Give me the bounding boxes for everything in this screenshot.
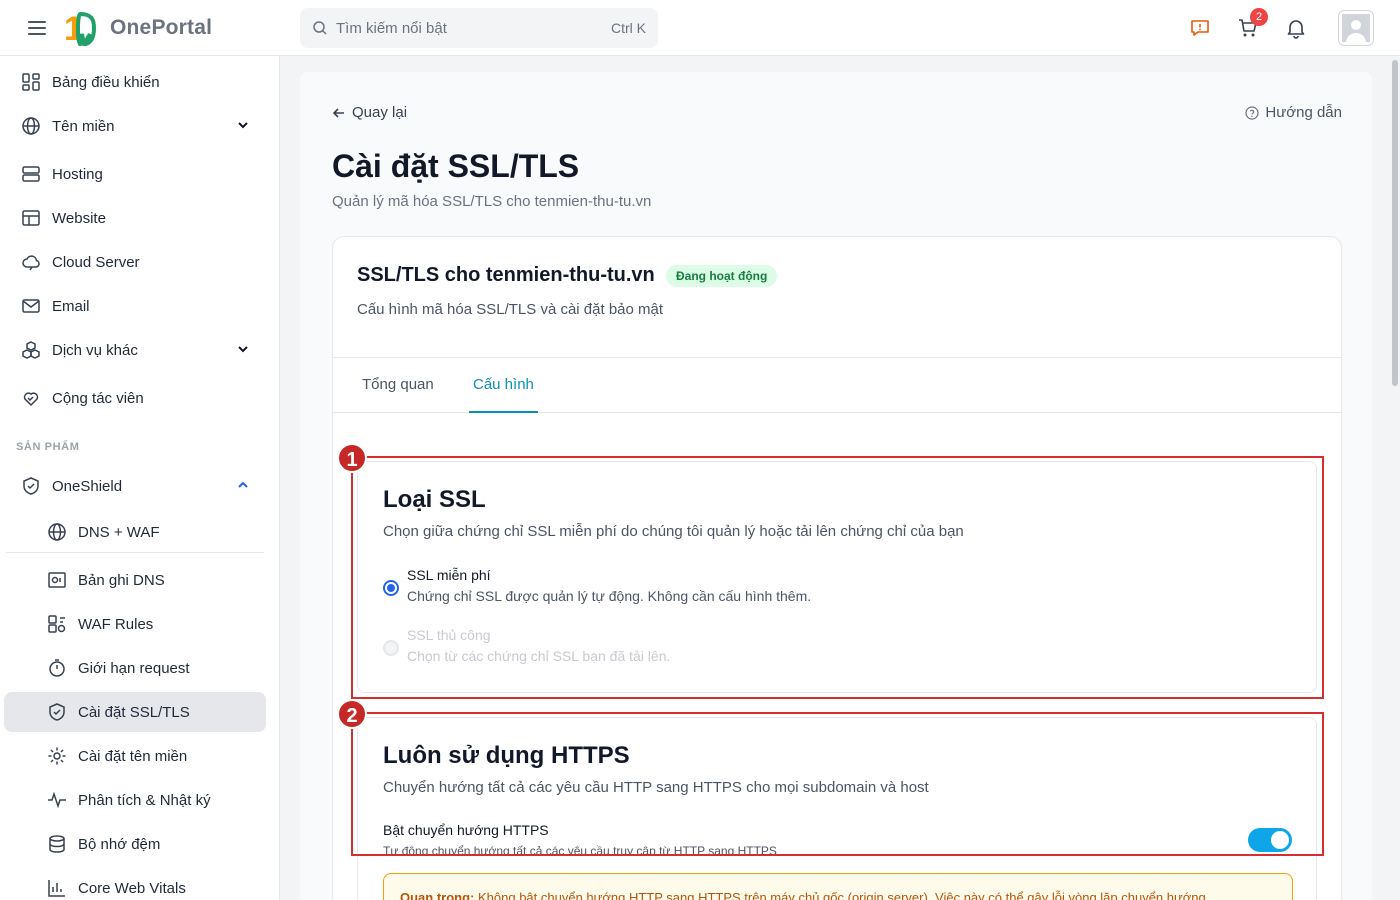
sidebar-item-cloud-server[interactable]: Cloud Server	[10, 242, 266, 282]
dns-record-icon	[46, 569, 68, 591]
sidebar-subitem-cache[interactable]: Bộ nhớ đệm	[4, 824, 266, 864]
sidebar-item-other-services[interactable]: Dịch vụ khác	[10, 330, 266, 370]
search-bar[interactable]: Ctrl K	[300, 8, 658, 48]
tab-configuration[interactable]: Cấu hình	[469, 358, 538, 413]
sidebar-item-label: Cài đặt tên miền	[78, 747, 188, 765]
user-icon	[1342, 14, 1370, 42]
sidebar-item-label: Website	[52, 209, 106, 227]
chevron-down-icon	[238, 346, 248, 353]
sidebar-subitem-waf-rules[interactable]: WAF Rules	[4, 604, 266, 644]
page-subtitle: Quản lý mã hóa SSL/TLS cho tenmien-thu-t…	[332, 193, 652, 210]
shield-check-icon	[46, 701, 68, 723]
chevron-down-icon	[238, 122, 248, 129]
sidebar-item-label: Tên miền	[52, 117, 115, 135]
sidebar-item-email[interactable]: Email	[10, 286, 266, 326]
sidebar: Bảng điều khiển Tên miền Hosting Website…	[0, 56, 280, 900]
sidebar-subitem-analytics-logs[interactable]: Phân tích & Nhật ký	[4, 780, 266, 820]
sidebar-item-affiliates[interactable]: Cộng tác viên	[10, 378, 266, 418]
annotation-number-2: 2	[337, 699, 367, 729]
globe-icon	[20, 115, 42, 137]
sidebar-item-domains[interactable]: Tên miền	[10, 106, 266, 146]
sidebar-item-label: Cộng tác viên	[52, 389, 144, 407]
page-title: Cài đặt SSL/TLS	[332, 148, 580, 184]
cart-badge: 2	[1250, 8, 1268, 26]
avatar[interactable]	[1338, 10, 1374, 46]
database-icon	[46, 833, 68, 855]
sidebar-item-label: OneShield	[52, 477, 123, 495]
sidebar-item-website[interactable]: Website	[10, 198, 266, 238]
divider	[6, 552, 264, 553]
bar-chart-icon	[46, 877, 68, 899]
waf-rules-icon	[46, 613, 68, 635]
status-badge: Đang hoạt động	[666, 265, 778, 287]
bell-icon[interactable]	[1284, 16, 1308, 40]
dashboard-icon	[20, 71, 42, 93]
sidebar-subitem-ssl-tls[interactable]: Cài đặt SSL/TLS	[4, 692, 266, 732]
sidebar-subitem-dns-records[interactable]: Bản ghi DNS	[4, 560, 266, 600]
annotation-box-1	[351, 456, 1324, 699]
important-notice: Quan trọng: Không bật chuyển hướng HTTP …	[383, 873, 1293, 900]
mail-icon	[20, 295, 42, 317]
search-input[interactable]	[336, 19, 611, 37]
cloud-icon	[20, 251, 42, 273]
tab-overview[interactable]: Tổng quan	[358, 358, 438, 413]
sidebar-subitem-domain-settings[interactable]: Cài đặt tên miền	[4, 736, 266, 776]
annotation-number-1: 1	[337, 443, 367, 473]
card-title: SSL/TLS cho tenmien-thu-tu.vn	[357, 264, 655, 286]
app-logo[interactable]: 1 OnePortal	[64, 10, 212, 46]
sidebar-item-label: Cài đặt SSL/TLS	[78, 703, 190, 721]
sidebar-item-oneshield[interactable]: OneShield	[10, 466, 266, 506]
cart-icon[interactable]: 2	[1236, 8, 1268, 40]
sidebar-subitem-dns-waf[interactable]: DNS + WAF	[4, 512, 266, 552]
gear-icon	[46, 745, 68, 767]
back-label: Quay lại	[352, 104, 408, 121]
shield-check-icon	[20, 475, 42, 497]
sidebar-subitem-core-web-vitals[interactable]: Core Web Vitals	[4, 868, 266, 900]
guide-link[interactable]: Hướng dẫn	[1245, 104, 1342, 121]
notice-text: Không bật chuyển hướng HTTP sang HTTPS t…	[474, 890, 1210, 900]
section-label-products: SẢN PHẨM	[16, 441, 80, 453]
boxes-icon	[20, 339, 42, 361]
sidebar-item-label: Bảng điều khiển	[52, 73, 160, 91]
search-icon	[313, 21, 327, 35]
chevron-up-icon	[238, 481, 248, 488]
logo-text: OnePortal	[110, 16, 213, 39]
notice-strong: Quan trọng:	[400, 890, 475, 900]
card-subtitle: Cấu hình mã hóa SSL/TLS và cài đặt bảo m…	[357, 301, 664, 318]
tab-bar: Tổng quan Cấu hình	[333, 357, 1341, 413]
help-circle-icon	[1245, 105, 1260, 120]
timer-icon	[46, 657, 68, 679]
guide-label: Hướng dẫn	[1265, 104, 1342, 121]
sidebar-item-label: DNS + WAF	[78, 523, 160, 541]
sidebar-item-label: Hosting	[52, 165, 103, 183]
sidebar-item-label: Bản ghi DNS	[78, 571, 165, 589]
sidebar-subitem-rate-limit[interactable]: Giới hạn request	[4, 648, 266, 688]
back-link[interactable]: Quay lại	[332, 104, 407, 121]
arrow-left-icon	[332, 107, 344, 118]
sidebar-item-label: Email	[52, 297, 90, 315]
sidebar-item-label: Cloud Server	[52, 253, 140, 271]
page-scrollbar[interactable]	[1390, 56, 1400, 900]
sidebar-item-hosting[interactable]: Hosting	[10, 154, 266, 194]
website-icon	[20, 207, 42, 229]
sidebar-item-dashboard[interactable]: Bảng điều khiển	[10, 62, 266, 102]
logo-mark-icon: 1	[64, 10, 97, 46]
globe-icon	[46, 521, 68, 543]
server-icon	[20, 163, 42, 185]
menu-icon[interactable]	[26, 18, 48, 38]
search-shortcut: Ctrl K	[611, 20, 646, 36]
sidebar-item-label: Giới hạn request	[78, 659, 190, 677]
top-bar: 1 OnePortal Ctrl K 2	[0, 0, 1400, 56]
sidebar-item-label: Dịch vụ khác	[52, 341, 138, 359]
handshake-heart-icon	[20, 387, 42, 409]
feedback-icon[interactable]	[1188, 16, 1212, 40]
sidebar-item-label: Core Web Vitals	[78, 879, 186, 897]
annotation-box-2	[351, 712, 1324, 856]
sidebar-item-label: Phân tích & Nhật ký	[78, 791, 211, 809]
activity-icon	[46, 789, 68, 811]
sidebar-item-label: Bộ nhớ đệm	[78, 835, 161, 853]
sidebar-item-label: WAF Rules	[78, 615, 154, 633]
scrollbar-thumb[interactable]	[1392, 60, 1398, 386]
